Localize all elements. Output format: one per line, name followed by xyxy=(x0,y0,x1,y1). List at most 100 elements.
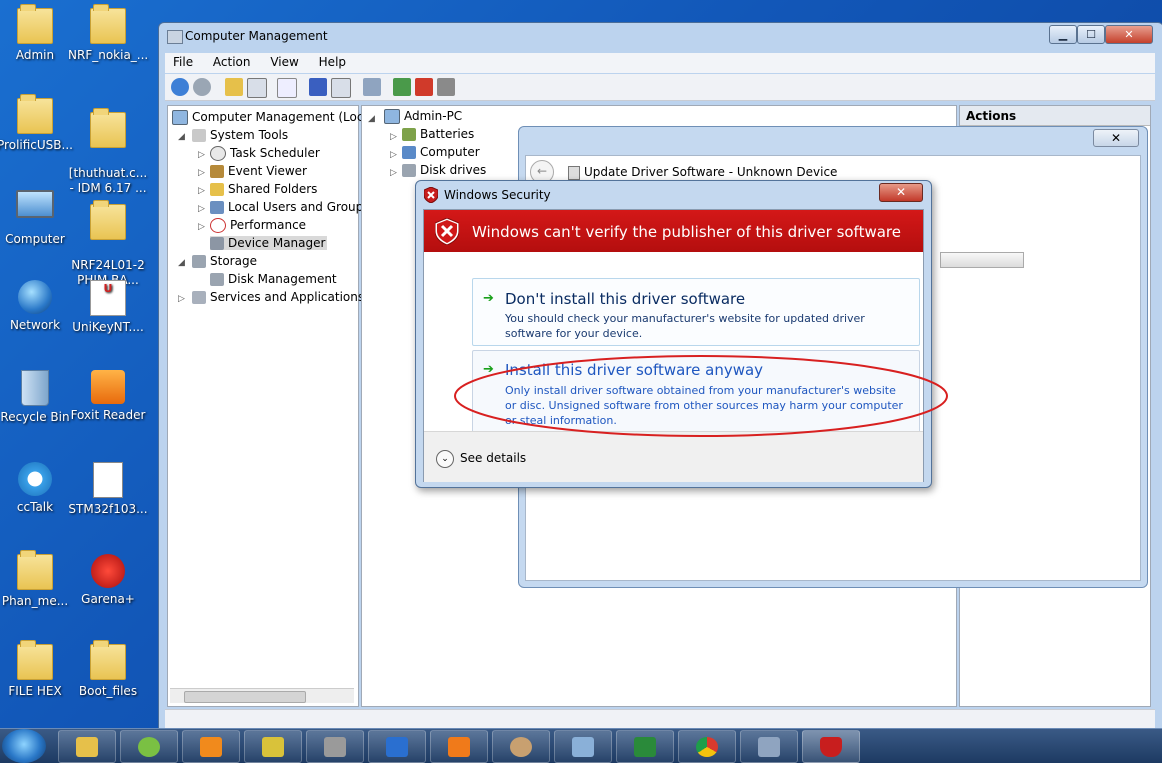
taskbar-tool[interactable] xyxy=(244,730,302,763)
tree-system-tools[interactable]: System Tools xyxy=(192,128,288,142)
scan-hardware-icon[interactable] xyxy=(363,78,381,96)
folder-icon xyxy=(90,108,126,148)
desktop-icon-foxit[interactable]: Foxit Reader xyxy=(68,370,148,423)
taskbar-isis[interactable] xyxy=(368,730,426,763)
cctalk-icon xyxy=(18,462,52,496)
computer-icon xyxy=(172,110,188,125)
tree-shared-folders[interactable]: Shared Folders xyxy=(210,182,317,196)
forward-icon[interactable] xyxy=(193,78,211,96)
desktop-icon-phan-mem[interactable]: Phan_me... xyxy=(0,550,75,609)
foxit-icon xyxy=(91,370,125,404)
device-icon xyxy=(568,166,580,180)
desktop-icon-unikey[interactable]: U UniKeyNT.... xyxy=(68,280,148,335)
unikey-icon: U xyxy=(90,280,126,316)
taskbar-explorer[interactable] xyxy=(58,730,116,763)
show-hide-tree-icon[interactable] xyxy=(247,78,267,98)
device-computer[interactable]: Computer xyxy=(402,145,480,159)
desktop-icon-nrf-nokia[interactable]: NRF_nokia_... xyxy=(68,4,148,63)
disk-icon xyxy=(210,273,224,286)
desktop-icon-prolific[interactable]: ProlificUSB... xyxy=(0,94,75,153)
desktop-icon-computer[interactable]: Computer xyxy=(0,190,75,247)
taskbar-computer-management[interactable] xyxy=(740,730,798,763)
security-dialog-body: Windows can't verify the publisher of th… xyxy=(423,209,924,482)
tree-task-scheduler[interactable]: Task Scheduler xyxy=(210,146,320,161)
folder-icon xyxy=(17,640,53,680)
maximize-button[interactable]: ☐ xyxy=(1077,25,1105,44)
security-dialog-close-button[interactable]: ✕ xyxy=(879,183,923,202)
close-button[interactable]: ✕ xyxy=(1105,25,1153,44)
security-shield-icon xyxy=(820,737,842,757)
paint-icon xyxy=(510,737,532,757)
tree-storage[interactable]: Storage xyxy=(192,254,257,268)
chevron-down-icon[interactable]: ⌄ xyxy=(436,450,454,468)
help-icon[interactable] xyxy=(309,78,327,96)
tree-device-manager[interactable]: Device Manager xyxy=(210,236,328,250)
tree-services-apps[interactable]: Services and Applications xyxy=(192,290,364,304)
tree-local-users[interactable]: Local Users and Groups xyxy=(210,200,370,214)
taskbar xyxy=(0,728,1162,763)
desktop-icon-cctalk[interactable]: ccTalk xyxy=(0,462,75,515)
security-shield-icon xyxy=(424,187,438,203)
minimize-button[interactable]: ▁ xyxy=(1049,25,1077,44)
start-button[interactable] xyxy=(2,729,46,763)
device-root[interactable]: Admin-PC xyxy=(384,109,462,124)
keyboard-icon xyxy=(572,737,594,757)
tools-icon xyxy=(192,129,206,142)
desktop-icon-boot-files[interactable]: Boot_files xyxy=(68,640,148,699)
clock-icon xyxy=(210,146,226,161)
menu-file[interactable]: File xyxy=(165,53,201,69)
annotation-ellipse xyxy=(454,355,948,437)
device-manager-icon xyxy=(210,237,224,250)
desktop-icon-garena[interactable]: Garena+ xyxy=(68,554,148,607)
computer-management-icon xyxy=(758,737,780,757)
back-icon[interactable] xyxy=(171,78,189,96)
desktop-icon-stm32[interactable]: STM32f103... xyxy=(68,462,148,517)
taskbar-chip[interactable] xyxy=(306,730,364,763)
desktop-icon-file-hex[interactable]: FILE HEX xyxy=(0,640,75,699)
document-icon xyxy=(93,462,123,498)
menu-help[interactable]: Help xyxy=(311,53,354,69)
taskbar-chrome[interactable] xyxy=(678,730,736,763)
network-icon xyxy=(18,280,52,314)
warning-banner: Windows can't verify the publisher of th… xyxy=(424,210,923,252)
tree-disk-management[interactable]: Disk Management xyxy=(210,272,337,286)
taskbar-excel[interactable] xyxy=(616,730,674,763)
storage-icon xyxy=(192,255,206,268)
folder-icon xyxy=(17,94,53,134)
toolbar xyxy=(165,74,1155,101)
folder-icon xyxy=(17,550,53,590)
update-driver-icon[interactable] xyxy=(393,78,411,96)
desktop-icon-network[interactable]: Network xyxy=(0,280,75,333)
dont-install-option[interactable]: ➔ Don't install this driver software You… xyxy=(472,278,920,346)
taskbar-keyboard[interactable] xyxy=(554,730,612,763)
device-batteries[interactable]: Batteries xyxy=(402,127,474,141)
see-details-link[interactable]: See details xyxy=(460,451,526,465)
menu-action[interactable]: Action xyxy=(205,53,259,69)
horizontal-scrollbar[interactable] xyxy=(170,688,354,703)
taskbar-foxit[interactable] xyxy=(430,730,488,763)
action-pane-icon[interactable] xyxy=(331,78,351,98)
taskbar-coccoc[interactable] xyxy=(120,730,178,763)
desktop-icon-recycle-bin[interactable]: Recycle Bin xyxy=(0,370,75,425)
uninstall-icon[interactable] xyxy=(415,78,433,96)
battery-icon xyxy=(402,128,416,141)
tree-event-viewer[interactable]: Event Viewer xyxy=(210,164,307,178)
up-folder-icon[interactable] xyxy=(225,78,243,96)
green-arrow-icon: ➔ xyxy=(483,291,494,306)
tree-root[interactable]: Computer Management (Local xyxy=(172,110,374,125)
taskbar-media-player[interactable] xyxy=(182,730,240,763)
taskbar-windows-security[interactable] xyxy=(802,730,860,763)
properties-icon[interactable] xyxy=(277,78,297,98)
menu-view[interactable]: View xyxy=(262,53,306,69)
device-disk-drives[interactable]: Disk drives xyxy=(402,163,486,177)
window-title: Computer Management xyxy=(185,29,328,43)
services-icon xyxy=(192,291,206,304)
disable-device-icon[interactable] xyxy=(437,78,455,96)
foxit-pdf-icon xyxy=(448,737,470,757)
taskbar-paint[interactable] xyxy=(492,730,550,763)
update-dialog-close-button[interactable]: ✕ xyxy=(1093,129,1139,147)
desktop-icon-admin[interactable]: Admin xyxy=(0,4,75,63)
windows-security-dialog: Windows Security ✕ Windows can't verify … xyxy=(415,180,932,488)
tree-performance[interactable]: Performance xyxy=(210,218,306,233)
computer-icon xyxy=(384,109,400,124)
